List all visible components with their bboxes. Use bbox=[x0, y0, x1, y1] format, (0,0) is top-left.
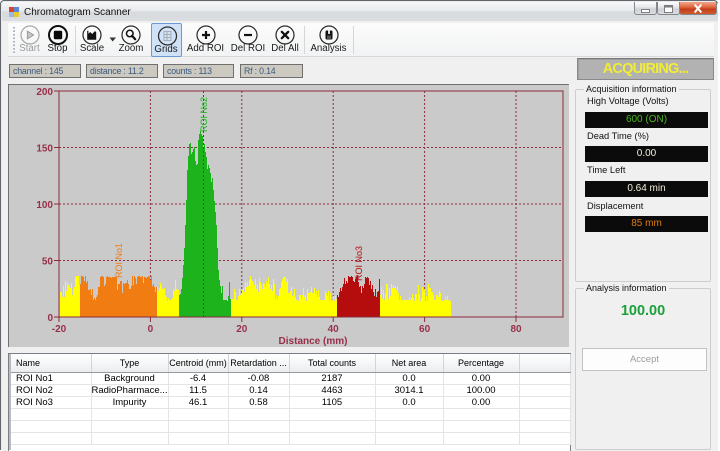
svg-text:80: 80 bbox=[510, 324, 522, 335]
svg-text:200: 200 bbox=[36, 87, 53, 98]
svg-text:ROI No1: ROI No1 bbox=[114, 243, 124, 278]
svg-text:150: 150 bbox=[36, 144, 53, 155]
svg-text:ROI No3: ROI No3 bbox=[354, 246, 364, 281]
svg-text:60: 60 bbox=[419, 324, 431, 335]
svg-text:0: 0 bbox=[148, 324, 154, 335]
svg-text:ROI No2: ROI No2 bbox=[199, 97, 209, 132]
svg-text:50: 50 bbox=[42, 257, 54, 268]
svg-text:0: 0 bbox=[47, 313, 53, 324]
svg-text:100: 100 bbox=[36, 200, 53, 211]
svg-text:Distance (mm): Distance (mm) bbox=[279, 336, 348, 347]
svg-text:40: 40 bbox=[328, 324, 340, 335]
svg-text:-20: -20 bbox=[52, 324, 67, 335]
svg-text:20: 20 bbox=[236, 324, 248, 335]
